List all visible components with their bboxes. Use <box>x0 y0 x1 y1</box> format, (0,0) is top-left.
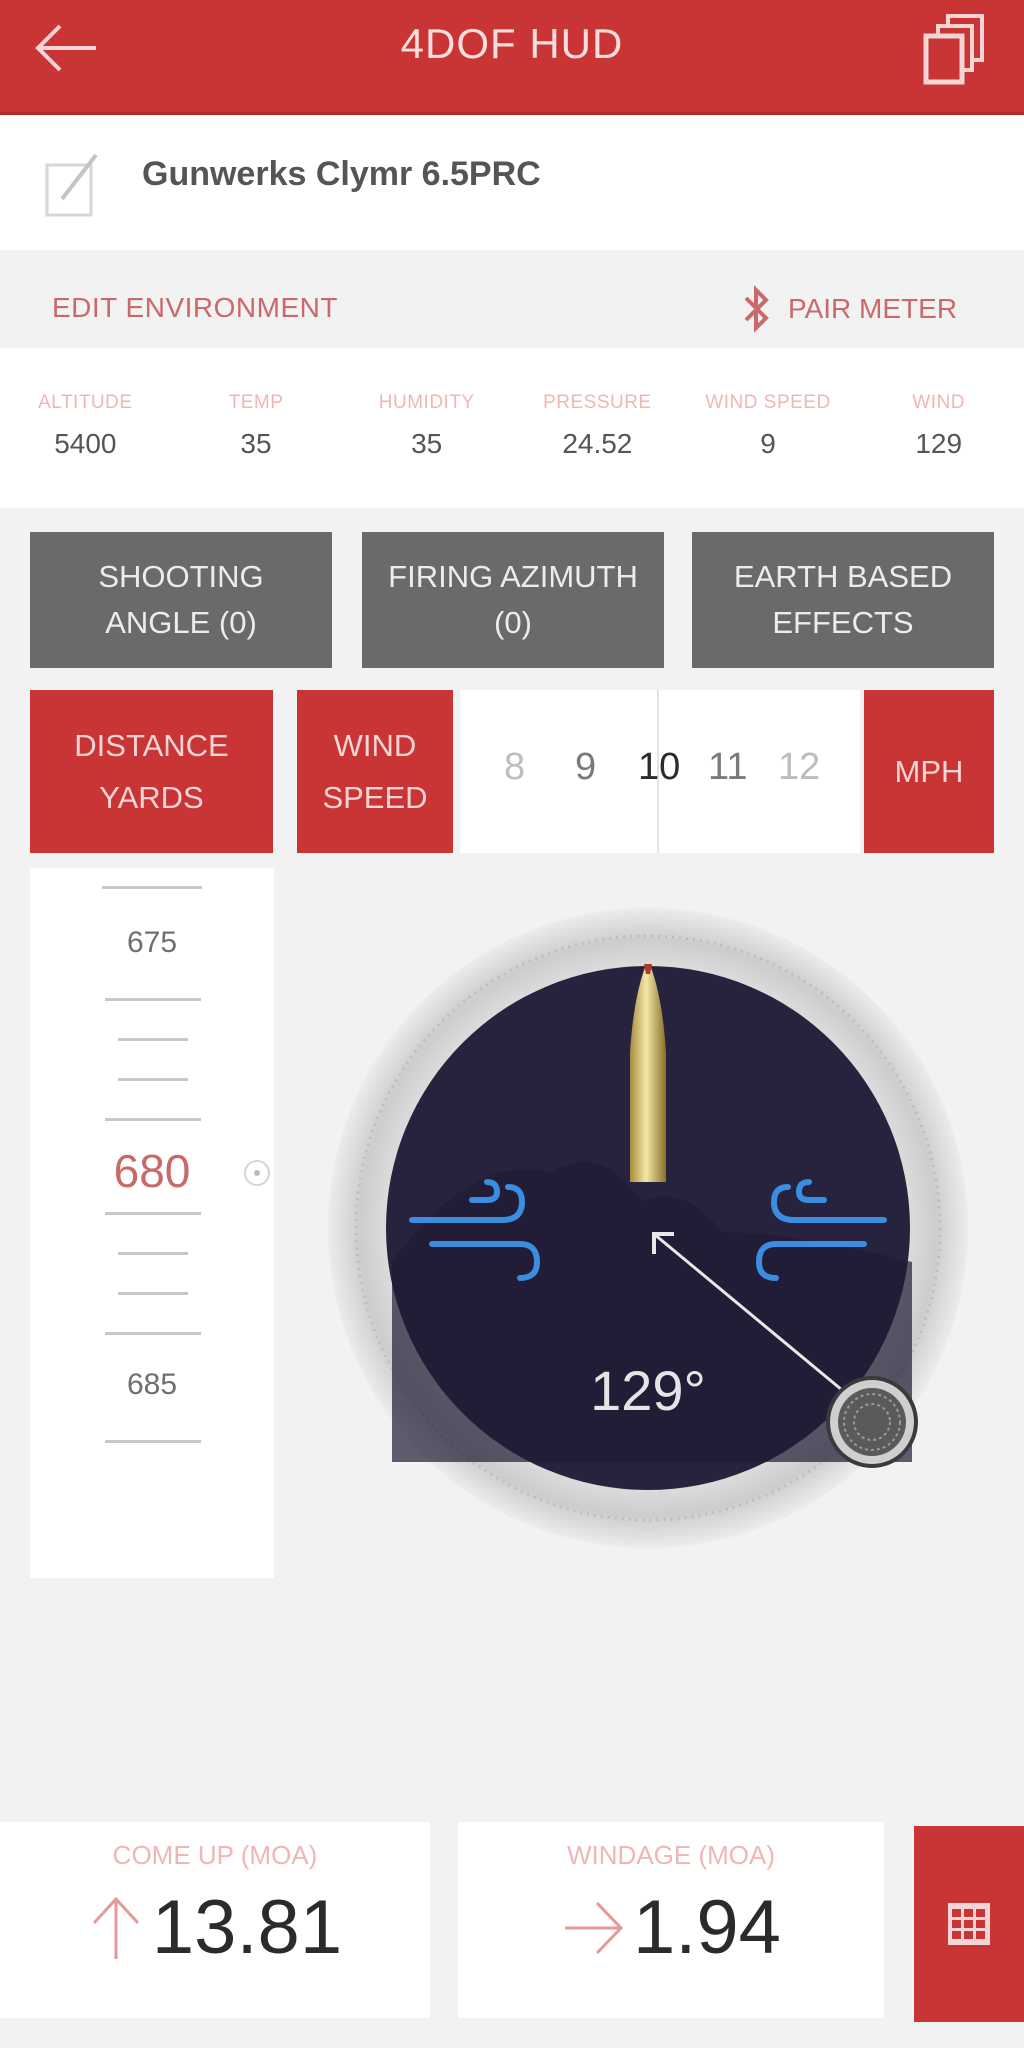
tick-mark <box>102 886 202 889</box>
unit-label: MPH <box>894 753 964 789</box>
tick-mark <box>118 1292 188 1295</box>
env-label: WIND SPEED <box>705 392 831 413</box>
tick-mark <box>105 1212 201 1215</box>
env-label: ALTITUDE <box>38 392 133 413</box>
button-line: DISTANCE <box>74 727 229 763</box>
button-line: WIND <box>333 727 417 763</box>
tick-mark <box>105 1332 201 1335</box>
tick-mark <box>105 1118 201 1121</box>
wind-speed-option[interactable]: 12 <box>778 746 820 789</box>
button-line: (0) <box>494 605 532 640</box>
tick-mark <box>118 1078 188 1081</box>
shooting-angle-button[interactable]: SHOOTING ANGLE (0) <box>30 532 332 668</box>
bluetooth-icon <box>744 285 769 333</box>
button-line: ANGLE (0) <box>105 605 257 640</box>
come-up-value: 13.81 <box>151 1885 343 1970</box>
table-view-button[interactable] <box>914 1826 1024 2022</box>
windows-button[interactable] <box>910 4 990 88</box>
wind-speed-option[interactable]: 9 <box>575 746 596 789</box>
env-value: 35 <box>240 428 272 459</box>
wind-direction-gauge[interactable]: 129° <box>322 902 974 1554</box>
grid-table-icon <box>948 1903 990 1945</box>
distance-option[interactable]: 685 <box>30 1368 274 1402</box>
wind-direction-label: 129° <box>590 1359 706 1422</box>
windage-card: WINDAGE (MOA) 1.94 <box>458 1822 884 2018</box>
env-value: 35 <box>411 428 443 459</box>
stacked-windows-icon <box>923 14 984 85</box>
env-value: 9 <box>760 428 776 459</box>
env-label: WIND <box>912 392 966 413</box>
env-temp[interactable]: TEMP 35 <box>171 348 342 508</box>
button-line: YARDS <box>99 779 204 815</box>
env-pressure[interactable]: PRESSURE 24.52 <box>512 348 683 508</box>
button-line: SPEED <box>322 779 428 815</box>
selected-indicator-icon <box>244 1160 270 1186</box>
tick-mark <box>118 1252 188 1255</box>
come-up-card: COME UP (MOA) 13.81 <box>0 1822 430 2018</box>
edit-environment-link[interactable]: EDIT ENVIRONMENT <box>52 292 338 324</box>
arrow-right-icon <box>565 1901 624 1954</box>
edit-checkbox-icon <box>45 153 98 217</box>
pair-meter-button[interactable]: PAIR METER <box>740 284 957 334</box>
rifle-selector[interactable]: Gunwerks Clymr 6.5PRC <box>0 115 1024 250</box>
pair-meter-label: PAIR METER <box>788 293 958 324</box>
env-wind-speed[interactable]: WIND SPEED 9 <box>683 348 854 508</box>
env-value: 5400 <box>54 428 117 459</box>
unit-mph-button[interactable]: MPH <box>864 690 994 853</box>
tick-mark <box>105 1440 201 1443</box>
top-app-bar: 4DOF HUD <box>0 0 1024 115</box>
env-label: TEMP <box>228 392 284 413</box>
env-label: PRESSURE <box>543 392 652 413</box>
button-line: EARTH BASED <box>733 559 953 594</box>
env-value: 24.52 <box>562 428 633 459</box>
env-value: 129 <box>915 428 963 459</box>
windage-value: 1.94 <box>633 1885 781 1970</box>
wind-speed-option-selected[interactable]: 10 <box>638 746 680 789</box>
firing-azimuth-button[interactable]: FIRING AZIMUTH (0) <box>362 532 664 668</box>
page-title: 4DOF HUD <box>400 20 624 67</box>
rifle-name: Gunwerks Clymr 6.5PRC <box>142 155 541 193</box>
tick-mark <box>118 1038 188 1041</box>
wind-speed-option[interactable]: 8 <box>504 746 525 789</box>
distance-picker[interactable]: 675 680 685 <box>30 868 274 1578</box>
environment-values: ALTITUDE 5400 TEMP 35 HUMIDITY 35 PRESSU… <box>0 348 1024 508</box>
wind-speed-picker[interactable]: 8 9 10 11 12 <box>460 690 860 853</box>
button-line: SHOOTING <box>98 559 264 594</box>
env-altitude[interactable]: ALTITUDE 5400 <box>0 348 171 508</box>
button-line: FIRING AZIMUTH <box>388 559 638 594</box>
tick-mark <box>105 998 201 1001</box>
distance-selected[interactable]: 680 <box>30 1144 274 1198</box>
arrow-up-icon <box>92 1896 140 1959</box>
button-line: EFFECTS <box>772 605 914 640</box>
distance-option[interactable]: 675 <box>30 926 274 960</box>
earth-based-effects-button[interactable]: EARTH BASED EFFECTS <box>692 532 994 668</box>
windage-label: WINDAGE (MOA) <box>567 1840 775 1870</box>
wind-speed-button[interactable]: WIND SPEED <box>297 690 453 853</box>
env-wind[interactable]: WIND 129 <box>853 348 1024 508</box>
come-up-label: COME UP (MOA) <box>112 1840 318 1870</box>
distance-yards-button[interactable]: DISTANCE YARDS <box>30 690 273 853</box>
env-humidity[interactable]: HUMIDITY 35 <box>341 348 512 508</box>
env-label: HUMIDITY <box>378 392 475 413</box>
wind-speed-option[interactable]: 11 <box>708 746 747 789</box>
